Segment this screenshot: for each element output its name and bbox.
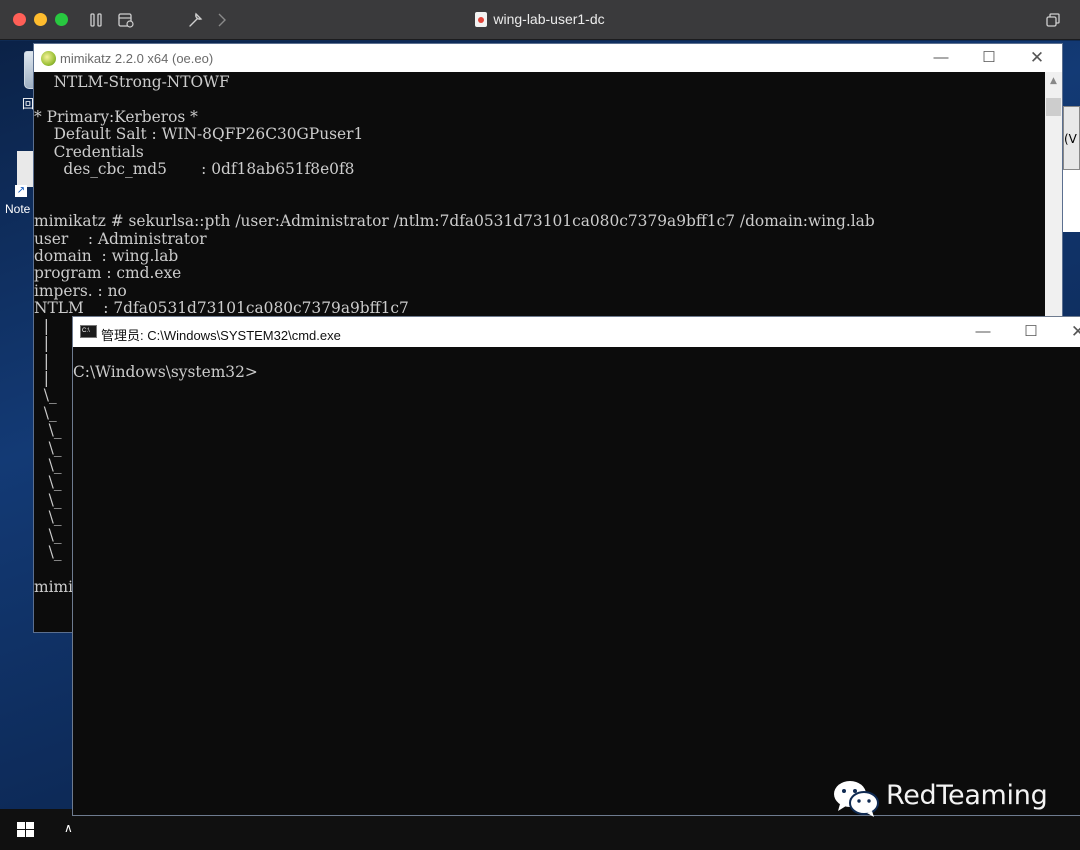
console-line: NTLM-Strong-NTOWF	[34, 74, 230, 91]
console-line: domain : wing.lab	[34, 247, 179, 266]
scroll-up-icon[interactable]: ▲	[1045, 76, 1062, 86]
background-window-panel	[1063, 170, 1080, 232]
maximize-button[interactable]: ☐	[1008, 318, 1054, 346]
console-line: Default Salt : WIN-8QFP26C30GPuser1	[34, 125, 364, 144]
notepad-label: Note	[5, 202, 31, 216]
cmd-console-output[interactable]: C:\Windows\system32>	[73, 363, 258, 381]
watermark-text: RedTeaming	[886, 780, 1048, 811]
restore-icon[interactable]	[1044, 11, 1062, 29]
windows-logo-icon	[17, 822, 34, 838]
close-button[interactable]: ✕	[1055, 318, 1080, 346]
mimikatz-kiwi-icon	[41, 51, 56, 66]
wechat-icon	[834, 781, 879, 817]
vm-title-group: wing-lab-user1-dc	[0, 11, 1080, 27]
system-tray-chevron-icon[interactable]: ∧	[64, 821, 73, 835]
shortcut-arrow-icon: ↗	[15, 185, 27, 197]
maximize-button[interactable]: ☐	[966, 44, 1012, 72]
background-window-label: (V	[1064, 132, 1077, 146]
console-line: * Primary:Kerberos *	[34, 107, 198, 126]
console-line: program : cmd.exe	[34, 264, 182, 283]
console-line: mimikatz # sekurlsa::pth /user:Administr…	[34, 212, 875, 231]
minimize-button[interactable]: —	[960, 318, 1006, 346]
vm-titlebar: wing-lab-user1-dc	[0, 0, 1080, 40]
console-line: C:\Windows\system32>	[73, 363, 258, 381]
background-window-edge[interactable]: (V	[1063, 106, 1080, 170]
console-line: des_cbc_md5 : 0df18ab651f8e0f8	[34, 160, 355, 179]
minimize-button[interactable]: —	[918, 44, 964, 72]
cmd-window[interactable]: C:\ 管理员: C:\Windows\SYSTEM32\cmd.exe — ☐…	[72, 316, 1080, 816]
console-line: Credentials	[34, 142, 144, 161]
vm-title: wing-lab-user1-dc	[493, 11, 605, 27]
console-line: user : Administrator	[34, 229, 207, 248]
mimikatz-title: mimikatz 2.2.0 x64 (oe.eo)	[60, 51, 214, 66]
cmd-title: 管理员: C:\Windows\SYSTEM32\cmd.exe	[101, 328, 341, 343]
cmd-titlebar[interactable]: C:\ 管理员: C:\Windows\SYSTEM32\cmd.exe — ☐…	[73, 317, 1080, 347]
cmd-app-icon: C:\	[80, 325, 97, 338]
start-button[interactable]	[0, 809, 52, 850]
vm-document-icon	[475, 11, 488, 27]
scrollbar-thumb[interactable]	[1046, 98, 1061, 116]
console-line: impers. : no	[34, 281, 127, 300]
close-button[interactable]: ✕	[1014, 44, 1060, 72]
mimikatz-titlebar[interactable]: mimikatz 2.2.0 x64 (oe.eo) — ☐ ✕	[34, 44, 1062, 72]
